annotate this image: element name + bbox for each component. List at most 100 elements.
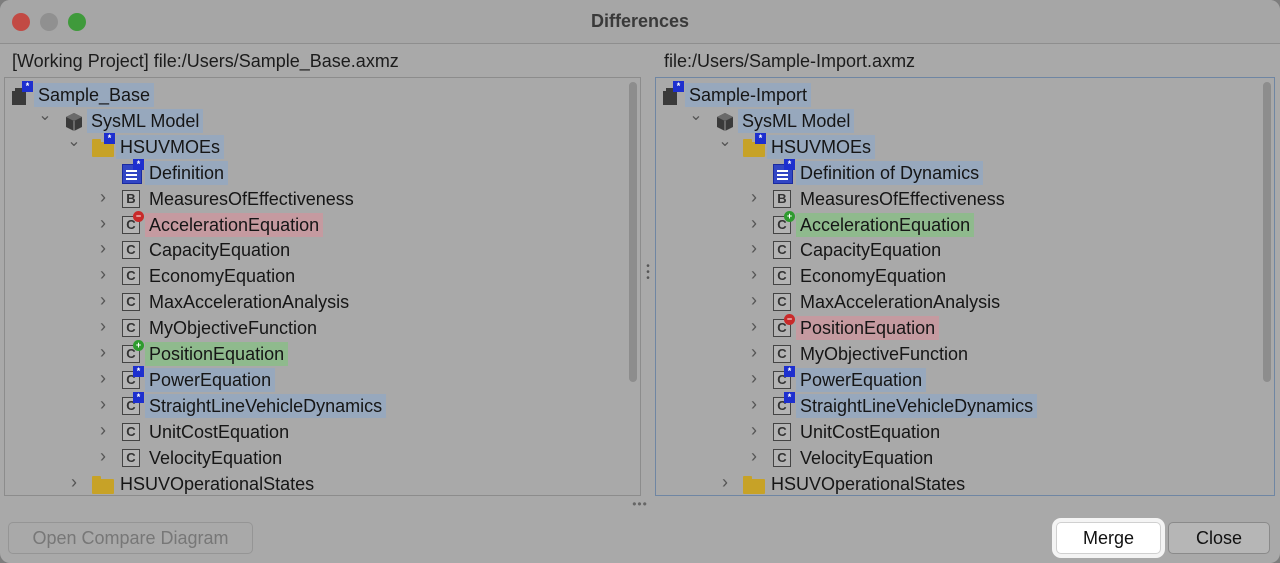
tree-row[interactable]: › C * StraightLineVehicleDynamics xyxy=(656,391,1274,418)
chevron-right-icon[interactable]: › xyxy=(96,317,110,335)
window-title: Differences xyxy=(590,11,690,31)
constraint-icon: C * xyxy=(771,391,795,417)
chevron-right-icon[interactable]: › xyxy=(747,421,761,439)
changed-badge-icon: * xyxy=(22,81,33,92)
chevron-right-icon[interactable]: › xyxy=(96,265,110,283)
tree-row[interactable]: ⌄ * HSUVMOEs xyxy=(656,132,1274,159)
chevron-down-icon[interactable]: ⌄ xyxy=(38,107,52,124)
model-icon xyxy=(713,110,735,132)
model-icon xyxy=(62,110,84,132)
tree-item-label: MaxAccelerationAnalysis xyxy=(800,292,1001,313)
tree-row[interactable]: › C MaxAccelerationAnalysis xyxy=(5,289,640,313)
added-badge-icon: + xyxy=(133,340,144,351)
tree-row[interactable]: › C EconomyEquation xyxy=(5,263,640,287)
folder-icon: * xyxy=(91,132,115,158)
splitter-handle[interactable]: • • • xyxy=(646,262,650,284)
tree-row[interactable]: › C VelocityEquation xyxy=(656,445,1274,469)
constraint-icon: C * xyxy=(120,365,144,391)
chevron-down-icon[interactable]: ⌄ xyxy=(689,107,703,124)
tree-item-label: SysML Model xyxy=(87,108,204,133)
resize-handle[interactable]: ••• xyxy=(630,497,650,511)
tree-row[interactable]: › C + PositionEquation xyxy=(5,340,640,366)
tree-row[interactable]: ⌄ SysML Model xyxy=(5,107,640,133)
tree-row[interactable]: › C VelocityEquation xyxy=(5,445,640,469)
tree-item-label: MaxAccelerationAnalysis xyxy=(149,292,350,313)
chevron-right-icon[interactable]: › xyxy=(747,343,761,361)
chevron-right-icon[interactable]: › xyxy=(747,265,761,283)
right-pane-header: file:/Users/Sample-Import.axmz xyxy=(664,51,916,71)
tree-item-label: HSUVMOEs xyxy=(116,134,225,159)
close-button[interactable]: Close xyxy=(1168,522,1270,554)
chevron-down-icon[interactable]: ⌄ xyxy=(67,133,81,150)
left-tree-pane[interactable]: * Sample_Base ⌄ SysML Model ⌄ * HSUVMOEs * Defin… xyxy=(4,77,641,496)
constraint-icon: C + xyxy=(120,340,144,365)
chevron-right-icon[interactable]: › xyxy=(747,369,761,387)
tree-item-label: CapacityEquation xyxy=(149,240,291,261)
tree-row[interactable]: › C EconomyEquation xyxy=(656,263,1274,287)
tree-row[interactable]: › C + AccelerationEquation xyxy=(656,210,1274,237)
tree-row[interactable]: * Definition xyxy=(5,158,640,185)
tree-row[interactable]: › C CapacityEquation xyxy=(5,237,640,261)
tree-item-label: PowerEquation xyxy=(796,367,927,392)
tree-row[interactable]: › C MyObjectiveFunction xyxy=(656,341,1274,365)
tree-row[interactable]: › C MaxAccelerationAnalysis xyxy=(656,289,1274,313)
merge-button[interactable]: Merge xyxy=(1056,522,1161,554)
chevron-right-icon[interactable]: › xyxy=(747,291,761,309)
chevron-right-icon[interactable]: › xyxy=(747,188,761,206)
chevron-right-icon[interactable]: › xyxy=(718,473,732,491)
tree-row[interactable]: › B MeasuresOfEffectiveness xyxy=(5,186,640,210)
tree-row[interactable]: ⌄ SysML Model xyxy=(656,107,1274,133)
chevron-right-icon[interactable]: › xyxy=(747,239,761,257)
chevron-right-icon[interactable]: › xyxy=(96,291,110,309)
chevron-right-icon[interactable]: › xyxy=(747,447,761,465)
chevron-right-icon[interactable]: › xyxy=(747,317,761,335)
chevron-right-icon[interactable]: › xyxy=(67,473,81,491)
tree-row[interactable]: › C * StraightLineVehicleDynamics xyxy=(5,391,640,418)
changed-badge-icon: * xyxy=(133,158,144,170)
chevron-right-icon[interactable]: › xyxy=(96,421,110,439)
tree-row[interactable]: ⌄ * HSUVMOEs xyxy=(5,132,640,159)
open-compare-diagram-button[interactable]: Open Compare Diagram xyxy=(8,522,253,554)
tree-row[interactable]: › C − PositionEquation xyxy=(656,314,1274,341)
chevron-right-icon[interactable]: › xyxy=(96,395,110,413)
constraint-icon: C xyxy=(120,265,142,287)
tree-row[interactable]: * Sample_Base xyxy=(5,81,640,107)
chevron-right-icon[interactable]: › xyxy=(747,395,761,413)
tree-item-label: EconomyEquation xyxy=(149,266,296,287)
tree-row[interactable]: › B MeasuresOfEffectiveness xyxy=(656,186,1274,210)
removed-badge-icon: − xyxy=(133,210,144,222)
document-icon: * xyxy=(120,158,144,184)
tree-item-label: Definition of Dynamics xyxy=(796,160,984,185)
tree-row[interactable]: * Sample-Import xyxy=(656,81,1274,107)
tree-row[interactable]: › C − AccelerationEquation xyxy=(5,210,640,237)
tree-row[interactable]: › HSUVOperationalStates xyxy=(5,471,640,495)
tree-row[interactable]: › HSUVOperationalStates xyxy=(656,471,1274,495)
chevron-right-icon[interactable]: › xyxy=(96,447,110,465)
constraint-icon: C xyxy=(771,421,793,443)
constraint-icon: C xyxy=(771,291,793,313)
tree-row[interactable]: › C UnitCostEquation xyxy=(656,419,1274,443)
tree-item-label: PowerEquation xyxy=(145,367,276,392)
tree-row[interactable]: › C CapacityEquation xyxy=(656,237,1274,261)
constraint-icon: C xyxy=(120,447,142,469)
right-tree-pane[interactable]: * Sample-Import ⌄ SysML Model ⌄ * HSUVMOEs * Def… xyxy=(655,77,1275,496)
tree-row[interactable]: › C MyObjectiveFunction xyxy=(5,315,640,339)
tree-row[interactable]: › C * PowerEquation xyxy=(656,365,1274,392)
tree-item-label: SysML Model xyxy=(738,108,855,133)
changed-badge-icon: * xyxy=(104,132,115,144)
folder-icon xyxy=(91,473,114,495)
tree-item-label: EconomyEquation xyxy=(800,266,947,287)
chevron-right-icon[interactable]: › xyxy=(96,369,110,387)
chevron-right-icon[interactable]: › xyxy=(96,239,110,257)
tree-row[interactable]: * Definition of Dynamics xyxy=(656,158,1274,185)
chevron-right-icon[interactable]: › xyxy=(747,214,761,232)
chevron-down-icon[interactable]: ⌄ xyxy=(718,133,732,150)
project-icon: * xyxy=(660,81,684,106)
chevron-right-icon[interactable]: › xyxy=(96,343,110,361)
tree-item-label: HSUVMOEs xyxy=(767,134,876,159)
folder-icon xyxy=(742,473,765,495)
chevron-right-icon[interactable]: › xyxy=(96,214,110,232)
chevron-right-icon[interactable]: › xyxy=(96,188,110,206)
tree-row[interactable]: › C UnitCostEquation xyxy=(5,419,640,443)
tree-row[interactable]: › C * PowerEquation xyxy=(5,365,640,392)
